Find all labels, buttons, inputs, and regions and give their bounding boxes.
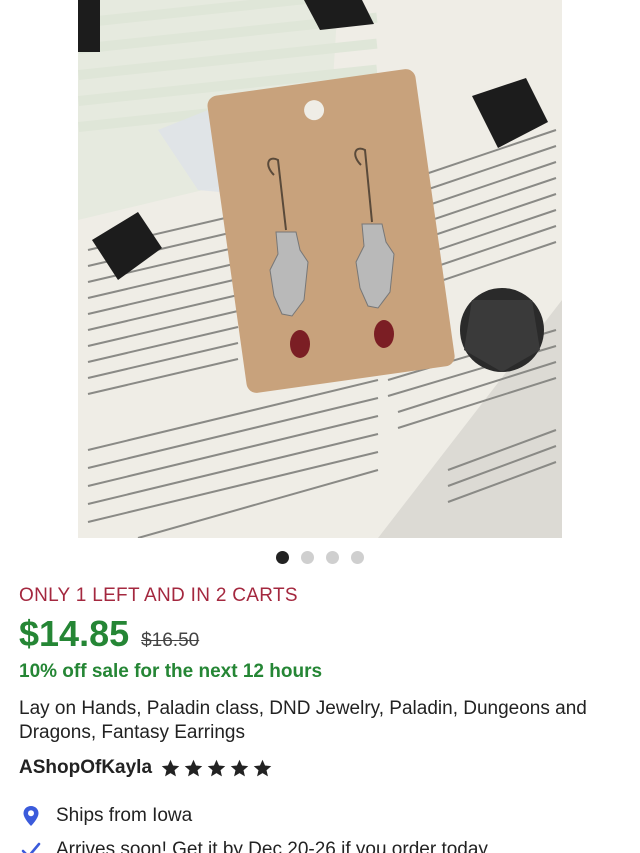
shop-row: AShopOfKayla [19, 757, 273, 779]
original-price: $16.50 [141, 630, 200, 651]
product-image[interactable] [78, 0, 562, 538]
star-icon [230, 759, 249, 776]
carousel-dot-3[interactable] [326, 551, 339, 564]
star-icon [253, 759, 272, 776]
listing-title: Lay on Hands, Paladin class, DND Jewelry… [19, 698, 587, 743]
star-icon [207, 759, 226, 776]
checkmark-icon [21, 842, 41, 853]
carousel-dots [0, 551, 640, 565]
star-icon [184, 759, 203, 776]
price-row: $14.85 $16.50 [19, 613, 199, 655]
ships-from-row: Ships from Iowa [19, 804, 192, 828]
arrival-row: Arrives soon! Get it by Dec 20-26 if you… [19, 838, 488, 853]
carousel-dot-4[interactable] [351, 551, 364, 564]
current-price: $14.85 [19, 613, 130, 654]
shop-name-link[interactable]: AShopOfKayla [19, 757, 152, 779]
carousel-dot-2[interactable] [301, 551, 314, 564]
location-pin-icon [23, 806, 39, 826]
ships-from-text: Ships from Iowa [56, 805, 193, 826]
sale-notice: 10% off sale for the next 12 hours [19, 661, 323, 682]
star-icon [161, 759, 180, 776]
product-photo [78, 0, 562, 538]
carousel-dot-1[interactable] [276, 551, 289, 564]
arrival-text: Arrives soon! Get it by Dec 20-26 if you… [56, 839, 488, 853]
rating-stars[interactable] [160, 758, 273, 779]
stock-notice: ONLY 1 LEFT AND IN 2 CARTS [19, 585, 298, 606]
